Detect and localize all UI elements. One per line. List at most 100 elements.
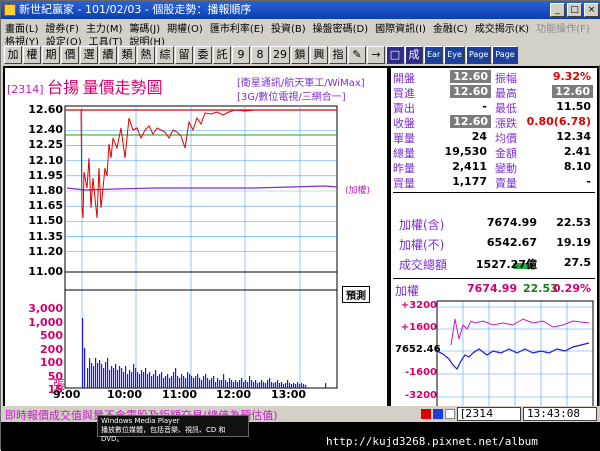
quote-row: 開盤 12.60 振幅 9.32% xyxy=(391,70,597,85)
main-area: [2314] 台揚 量價走勢圖 [衛星通訊/航天軍工/WiMax] [3G/數位… xyxy=(3,66,599,422)
toolbar-button-21[interactable]: 成 xyxy=(405,46,423,64)
menu-item-5[interactable]: 匯市利率(E) xyxy=(210,20,264,35)
chart-mark xyxy=(265,383,267,388)
chart-mark xyxy=(82,318,84,388)
y-tick-label: 11.65 xyxy=(28,199,63,213)
white-swatch xyxy=(445,409,455,419)
chart-mark xyxy=(171,376,173,388)
toolbar-button-0[interactable]: 加 xyxy=(4,46,22,64)
toolbar-button-6[interactable]: 類 xyxy=(118,46,136,64)
menu-item-4[interactable]: 期權(O) xyxy=(167,20,203,35)
toolbar-button-12[interactable]: 9 xyxy=(232,46,250,64)
index-label: 加權(含) xyxy=(399,218,445,232)
toolbar-button-7[interactable]: 熱 xyxy=(137,46,155,64)
chart-mark xyxy=(135,368,137,388)
toolbar-button-15[interactable]: 鎖 xyxy=(291,46,309,64)
toolbar-button-13[interactable]: 8 xyxy=(251,46,269,64)
chart-mark xyxy=(191,376,193,388)
toolbar-button-25[interactable]: Page Up xyxy=(492,46,518,75)
y-tick-label: 12.60 xyxy=(28,103,63,116)
chart-mark xyxy=(261,380,263,388)
menu-item-6[interactable]: 投資(B) xyxy=(271,20,306,35)
chart-mark xyxy=(101,364,103,388)
chart-mark xyxy=(249,376,251,388)
chart-mark xyxy=(189,374,191,388)
quote-label: 買量 xyxy=(393,177,415,190)
chart-mark xyxy=(235,380,237,388)
chart-mark xyxy=(97,363,99,388)
app-window: 新世紀贏家 - 101/02/03 - 個股走勢：播報順序 _ □ × 畫面(L… xyxy=(0,0,600,451)
quote-value: 1,177 xyxy=(452,175,487,188)
index-value: 7674.99 xyxy=(486,216,537,229)
chart-mark xyxy=(211,378,213,388)
chart-mark xyxy=(87,368,89,388)
index-label: 加權(不) xyxy=(399,238,445,252)
menu-bar: 畫面(L) 證券(F) 主力(M) 籌碼(J) 期權(O) 匯市利率(E) 投資(B) 操盤密… xyxy=(1,19,600,48)
quote-label-2: 均價 xyxy=(495,132,517,145)
minimize-button[interactable]: _ xyxy=(550,3,565,17)
quote-label: 單量 xyxy=(393,132,415,145)
add-weight-label: (加權) xyxy=(345,186,371,196)
toolbar-button-8[interactable]: 綜 xyxy=(156,46,174,64)
quote-value: 19,530 xyxy=(444,145,487,158)
toolbar-button-4[interactable]: 選 xyxy=(80,46,98,64)
chart-mark xyxy=(253,382,255,388)
x-tick-label: 12:00 xyxy=(216,388,252,401)
toolbar-button-3[interactable]: 價 xyxy=(61,46,79,64)
menu-item-8[interactable]: 國際資訊(I) xyxy=(375,20,426,35)
quote-label-2: 最高 xyxy=(495,87,517,100)
mini-chart-mark xyxy=(436,342,590,371)
y-tick-label: 11.00 xyxy=(28,265,63,278)
quote-label: 賣出 xyxy=(393,102,415,115)
chart-mark xyxy=(251,380,253,388)
forecast-badge[interactable]: 預測 xyxy=(342,286,370,303)
quote-label-2: 振幅 xyxy=(495,72,517,85)
menu-item-7[interactable]: 操盤密碼(D) xyxy=(313,20,369,35)
toolbar-button-24[interactable]: Page Dn xyxy=(465,46,492,75)
chart-mark xyxy=(193,378,195,388)
chart-mark xyxy=(155,370,157,388)
toolbar-button-16[interactable]: 興 xyxy=(310,46,328,64)
toolbar-button-11[interactable]: 託 xyxy=(213,46,231,64)
toolbar-button-14[interactable]: 29 xyxy=(270,46,290,64)
stock-code-input[interactable]: [2314 xyxy=(457,407,521,421)
maximize-button[interactable]: □ xyxy=(567,3,582,17)
chart-mark xyxy=(147,374,149,388)
app-icon xyxy=(4,4,16,16)
chart-mark xyxy=(259,382,261,388)
quote-label-2: 賣量 xyxy=(495,177,517,190)
toolbar-button-19[interactable]: → xyxy=(367,46,385,64)
chart-mark xyxy=(149,372,151,388)
toolbar-button-23[interactable]: Eye xyxy=(444,46,465,64)
toolbar-button-5[interactable]: 續 xyxy=(99,46,117,64)
x-tick-label: 10:00 xyxy=(107,388,143,401)
toolbar-button-20[interactable]: □ xyxy=(386,46,404,64)
toolbar-button-17[interactable]: 指 xyxy=(329,46,347,64)
quote-value: 24 xyxy=(471,130,487,143)
toolbar-button-1[interactable]: 權 xyxy=(23,46,41,64)
chart-mark xyxy=(173,372,175,388)
toolbar-button-10[interactable]: 委 xyxy=(194,46,212,64)
y-tick-label: 12.25 xyxy=(28,138,63,152)
quote-label-2: 漲跌 xyxy=(495,117,517,130)
toolbar-button-22[interactable]: Ear xyxy=(424,46,444,64)
index-value: 1527.27億 xyxy=(475,258,537,271)
chart-mark xyxy=(109,370,111,388)
menu-item-9[interactable]: 金融(C) xyxy=(433,20,468,35)
window-title: 新世紀贏家 - 101/02/03 - 個股走勢：播報順序 xyxy=(19,3,252,16)
toolbar-button-18[interactable]: ✎ xyxy=(348,46,366,64)
toolbar-button-2[interactable]: 期 xyxy=(42,46,60,64)
menu-item-10[interactable]: 成交揭示(K) xyxy=(475,20,529,35)
close-button[interactable]: × xyxy=(584,3,599,17)
quote-label-2: 最低 xyxy=(495,102,517,115)
quote-row: 買量 1,177 賣量 - xyxy=(391,175,597,190)
quote-value: 12.60 xyxy=(450,115,491,128)
menu-item-11[interactable]: 功能操作(F) xyxy=(536,20,590,35)
chart-mark xyxy=(213,376,215,388)
toolbar-button-9[interactable]: 留 xyxy=(175,46,193,64)
chart-mark xyxy=(123,372,125,388)
chart-mark xyxy=(139,374,141,388)
volume-tick-label: 200 xyxy=(40,342,63,356)
quote-label: 總量 xyxy=(393,147,415,160)
mini-index-chart: +3200 +1600 7652.46 -1600 -3200 xyxy=(393,299,595,418)
